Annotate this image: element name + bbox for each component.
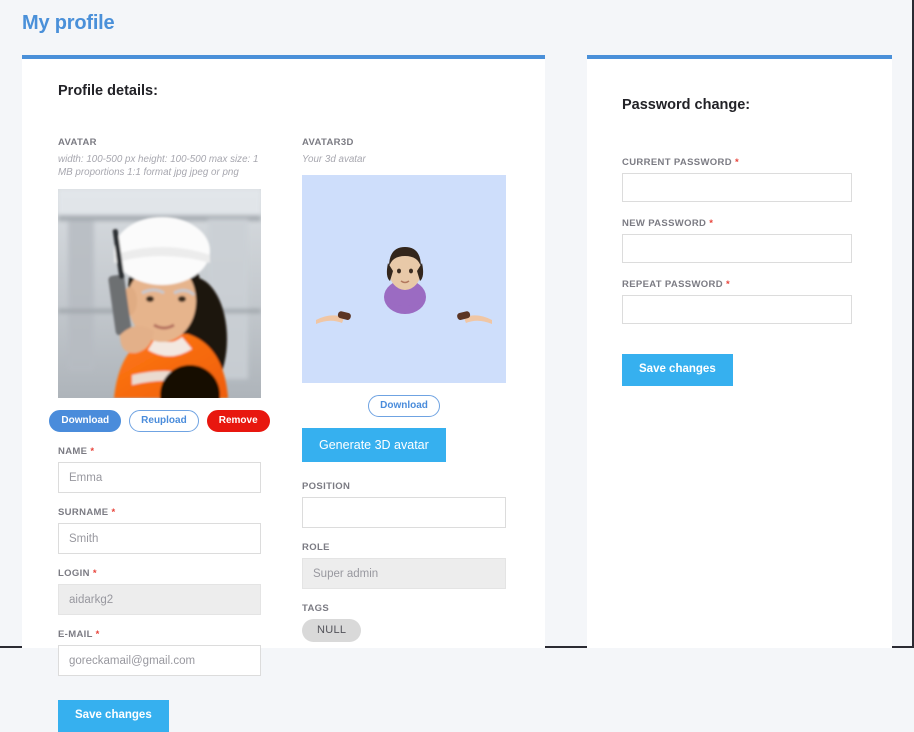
avatar-remove-button[interactable]: Remove	[206, 410, 270, 433]
avatar-reupload-button[interactable]: Reupload	[129, 410, 199, 433]
password-save-button[interactable]: Save changes	[622, 354, 733, 386]
new-password-label: NEW PASSWORD *	[622, 218, 714, 229]
avatar3d-model	[316, 247, 492, 325]
name-input[interactable]: Emma	[58, 462, 261, 494]
email-input[interactable]: goreckamail@gmail.com	[58, 645, 261, 677]
role-label: ROLE	[302, 542, 330, 554]
current-password-input[interactable]	[622, 173, 852, 202]
login-input: aidarkg2	[58, 584, 261, 616]
avatar-actions: Download Reupload Remove	[49, 410, 270, 433]
email-label: E-MAIL *	[58, 629, 100, 641]
avatar3d-label: AVATAR3D	[302, 137, 354, 148]
position-label: POSITION	[302, 481, 351, 493]
password-change-heading: Password change:	[622, 97, 751, 113]
avatar-image[interactable]	[58, 189, 261, 399]
password-change-card: Password change: CURRENT PASSWORD * NEW …	[587, 55, 892, 648]
required-marker: *	[95, 629, 100, 641]
surname-input[interactable]: Smith	[58, 523, 261, 555]
repeat-password-label: REPEAT PASSWORD *	[622, 279, 731, 290]
required-marker: *	[725, 279, 731, 290]
required-marker: *	[90, 446, 95, 458]
avatar-column: AVATAR width: 100-500 px height: 100-500…	[49, 137, 270, 732]
avatar3d-hint: Your 3d avatar	[302, 154, 366, 165]
worker-photo-illustration	[58, 189, 261, 399]
avatar3d-download-button[interactable]: Download	[368, 395, 440, 418]
cards-container: Profile details: AVATAR width: 100-500 p…	[22, 55, 892, 732]
avatar3d-column: AVATAR3D Your 3d avatar Download Generat…	[302, 137, 506, 732]
position-input[interactable]	[302, 497, 506, 529]
page-title: My profile	[22, 12, 115, 34]
current-password-label: CURRENT PASSWORD *	[622, 157, 739, 168]
surname-label: SURNAME *	[58, 507, 116, 519]
avatar3d-canvas[interactable]	[302, 175, 506, 384]
required-marker: *	[709, 218, 714, 229]
required-marker: *	[92, 568, 97, 580]
avatar3d-actions: Download	[302, 395, 506, 418]
profile-details-card: Profile details: AVATAR width: 100-500 p…	[22, 55, 545, 732]
avatar-download-button[interactable]: Download	[49, 410, 122, 433]
profile-details-heading: Profile details:	[58, 83, 158, 99]
name-label: NAME *	[58, 446, 95, 458]
avatar-label: AVATAR	[58, 137, 97, 148]
generate-3d-avatar-button[interactable]: Generate 3D avatar	[302, 428, 446, 463]
required-marker: *	[111, 507, 116, 519]
repeat-password-input[interactable]	[622, 295, 852, 324]
tag-chip-null[interactable]: NULL	[302, 619, 362, 643]
tags-label: TAGS	[302, 603, 330, 615]
profile-save-button[interactable]: Save changes	[58, 700, 169, 732]
role-input: Super admin	[302, 558, 506, 590]
new-password-input[interactable]	[622, 234, 852, 263]
login-label: LOGIN *	[58, 568, 97, 580]
avatar-hint: width: 100-500 px height: 100-500 max si…	[58, 154, 259, 179]
required-marker: *	[734, 157, 739, 168]
